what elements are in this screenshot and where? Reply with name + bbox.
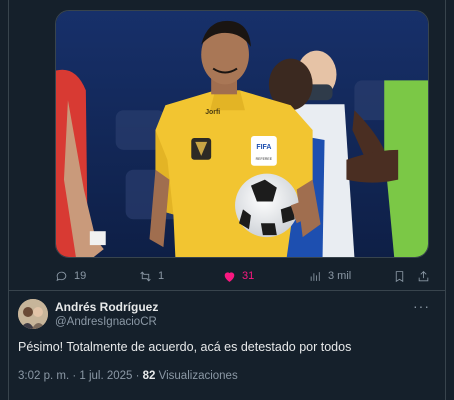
- avatar-photo: [18, 299, 48, 329]
- bookmark-button[interactable]: [393, 266, 406, 286]
- reply-icon: [56, 271, 67, 281]
- fifa-badge-subtext: REFEREE: [256, 157, 273, 161]
- tweet-meta: 3:02 p. m. · 1 jul. 2025 · 82 Visualizac…: [18, 370, 238, 382]
- bookmark-icon: [395, 270, 404, 282]
- tweet-text: Pésimo! Totalmente de acuerdo, acá es de…: [18, 340, 352, 354]
- fifa-badge-text: FIFA: [256, 144, 271, 151]
- like-icon: [224, 271, 235, 282]
- reply-count: 19: [74, 270, 87, 282]
- shirt-brand-text: Jorfi: [205, 109, 220, 116]
- retweet-button[interactable]: 1: [139, 266, 164, 286]
- tweet-timestamp[interactable]: 3:02 p. m. · 1 jul. 2025 ·: [18, 370, 143, 382]
- tweet-views-count: 82: [142, 370, 156, 382]
- views-icon: [310, 271, 320, 281]
- tweet-views-label: Visualizaciones: [155, 370, 238, 382]
- avatar[interactable]: [18, 299, 48, 329]
- tweet-action-bar: 19 1 31 3 mil: [55, 266, 435, 286]
- referee-photo: FIFA REFEREE Jorfi: [56, 11, 428, 257]
- views-count: 3 mil: [328, 270, 352, 282]
- timeline-border-right: [445, 0, 446, 400]
- like-button[interactable]: 31: [223, 266, 254, 286]
- share-icon: [418, 270, 429, 281]
- retweet-count: 1: [158, 270, 165, 282]
- timeline-border-left: [8, 0, 9, 400]
- share-button[interactable]: [417, 266, 430, 286]
- divider: [9, 290, 445, 291]
- author-name[interactable]: Andrés Rodríguez: [55, 300, 158, 314]
- like-count: 31: [242, 270, 255, 282]
- author-handle[interactable]: @AndresIgnacioCR: [55, 316, 157, 328]
- views-button[interactable]: 3 mil: [309, 266, 351, 286]
- reply-button[interactable]: 19: [55, 266, 86, 286]
- retweet-icon: [140, 271, 151, 281]
- more-options-icon[interactable]: ···: [413, 298, 430, 314]
- tweet-media-photo[interactable]: FIFA REFEREE Jorfi: [55, 10, 429, 258]
